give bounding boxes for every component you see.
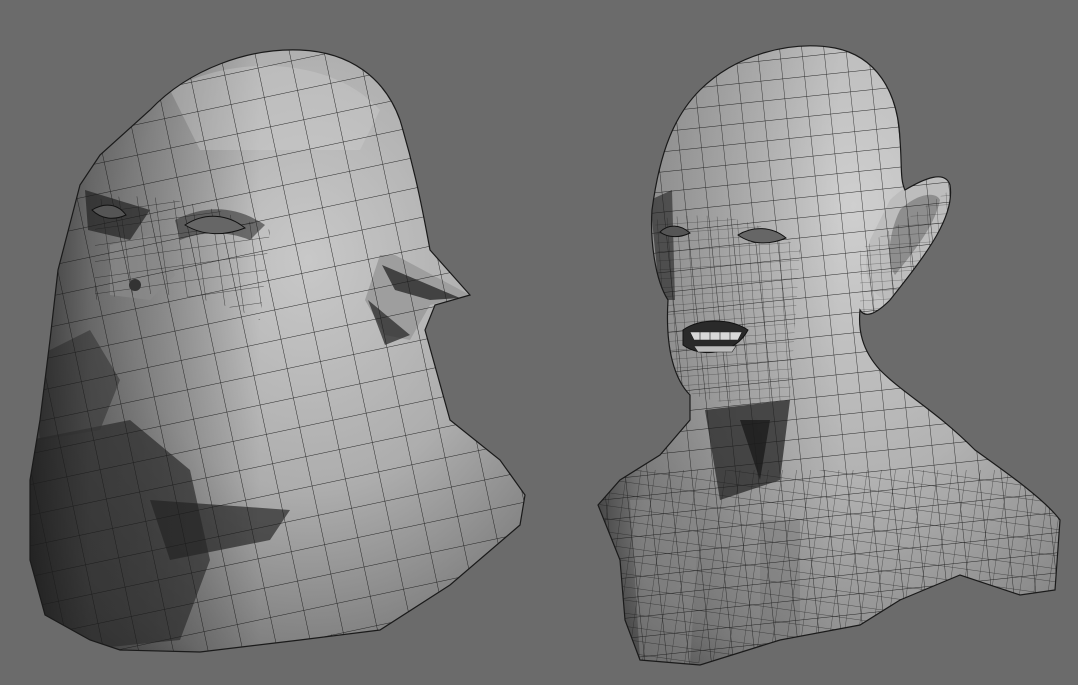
viewport-canvas <box>0 0 1078 685</box>
3d-viewport[interactable] <box>0 0 1078 685</box>
